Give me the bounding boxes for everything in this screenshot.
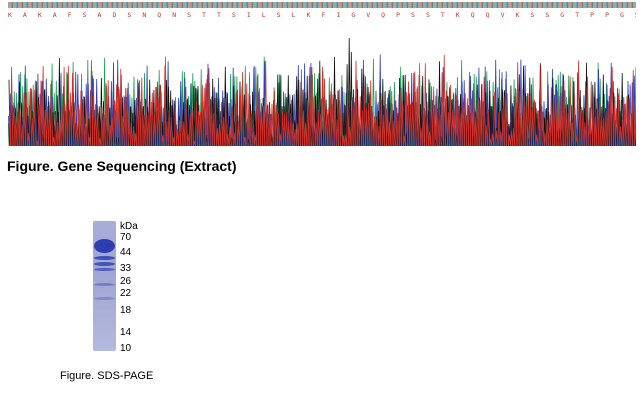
gel-band <box>94 283 115 286</box>
ladder-marker: 70 <box>120 232 132 243</box>
gel-band <box>94 256 115 260</box>
gel-band <box>94 297 115 300</box>
sds-page-caption: Figure. SDS-PAGE <box>60 370 154 382</box>
ladder-marker: 18 <box>120 305 132 316</box>
gel-band <box>94 262 115 266</box>
ladder-marker: 33 <box>120 263 132 274</box>
dna-base-row <box>8 2 636 8</box>
chromatogram <box>8 20 636 150</box>
sequence-strip: K A K A F S A D S N Q N S T T S I L S L … <box>8 2 636 22</box>
gel-band <box>94 268 115 271</box>
ladder-marker: 10 <box>120 343 132 354</box>
ladder-marker: 22 <box>120 288 132 299</box>
chromatogram-svg <box>8 37 636 147</box>
sds-page-lane <box>93 221 116 351</box>
ladder-unit: kDa <box>120 221 138 232</box>
gel-band <box>94 239 115 253</box>
ladder-marker: 26 <box>120 276 132 287</box>
sequencing-caption: Figure. Gene Sequencing (Extract) <box>7 158 237 174</box>
ladder-marker: 14 <box>120 327 132 338</box>
ladder-marker: 44 <box>120 247 132 258</box>
molecular-weight-ladder: kDa 70 44 33 26 22 18 14 10 <box>120 221 160 356</box>
